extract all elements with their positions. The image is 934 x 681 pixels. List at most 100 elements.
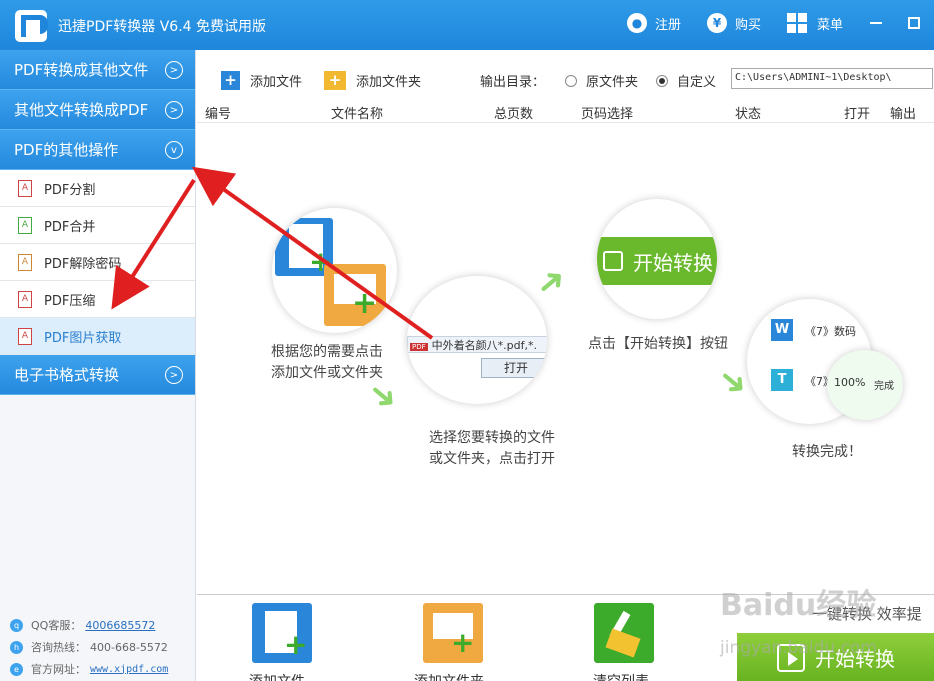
progress-done: 完成 — [874, 381, 894, 392]
column-header: 文件名称 — [331, 107, 384, 122]
category-other-to-pdf[interactable]: 其他文件转换成PDF > — [0, 90, 195, 130]
buy-button[interactable]: ¥ 购买 — [707, 13, 761, 33]
category-pdf-other-ops[interactable]: PDF的其他操作 v — [0, 130, 195, 170]
category-label: PDF转换成其他文件 — [14, 61, 149, 79]
column-header: 打开 — [844, 107, 871, 122]
hotline-value: 400-668-5572 — [90, 640, 168, 654]
step3-text: 点击【开始转换】按钮 — [575, 334, 741, 355]
buy-label: 购买 — [735, 17, 762, 33]
chevron-right-icon: > — [165, 366, 183, 384]
start-preview-label: 开始转换 — [633, 250, 713, 275]
grid-icon — [787, 13, 807, 33]
chevron-down-icon: v — [165, 141, 183, 159]
progress-value: 100% — [834, 376, 866, 389]
menu-button[interactable]: 菜单 — [787, 13, 843, 33]
headset-icon: h — [10, 640, 23, 654]
radio-custom-folder[interactable]: 自定义 — [656, 71, 716, 90]
dialog-filename: PDF 中外着名颜八*.pdf,*. — [407, 336, 547, 353]
start-convert-preview: 开始转换 — [597, 237, 717, 285]
word-file-icon: W — [771, 319, 793, 341]
category-label: 电子书格式转换 — [14, 366, 120, 384]
radio-label: 原文件夹 — [586, 75, 639, 90]
radio-original-folder[interactable]: 原文件夹 — [565, 71, 638, 90]
radio-label: 自定义 — [677, 75, 717, 90]
clear-list-broom-icon[interactable] — [594, 603, 654, 663]
qq-icon: q — [10, 618, 23, 632]
add-file-label: 添加文件 — [250, 74, 303, 90]
sidebar-item-label: PDF压缩 — [44, 293, 96, 309]
sidebar: PDF转换成其他文件 > 其他文件转换成PDF > PDF的其他操作 v A P… — [0, 50, 196, 681]
sidebar-item-pdf-unlock[interactable]: A PDF解除密码 — [0, 244, 195, 281]
minimize-icon — [870, 22, 882, 24]
bottom-add-file-label: 添加文件 — [249, 671, 305, 681]
site-link[interactable]: www.xjpdf.com — [90, 664, 168, 675]
register-label: 注册 — [655, 17, 682, 33]
add-folder-large-icon[interactable]: + — [423, 603, 483, 663]
sidebar-item-pdf-compress[interactable]: A PDF压缩 — [0, 281, 195, 318]
play-icon — [603, 251, 623, 271]
step2-text: 选择您要转换的文件 或文件夹，点击打开 — [417, 428, 567, 470]
qq-link[interactable]: 4006685572 — [85, 619, 155, 632]
add-folder-icon: + — [324, 70, 347, 90]
add-folder-label: 添加文件夹 — [356, 74, 422, 90]
sidebar-item-pdf-image-extract[interactable]: A PDF图片获取 — [0, 318, 195, 355]
toolbar: + 添加文件 + 添加文件夹 输出目录： 原文件夹 自定义 C:\Users\A… — [197, 62, 934, 98]
dialog-open-label: 打开 — [503, 361, 528, 375]
app-logo-icon — [15, 10, 48, 42]
file-w-name: 《7》数码 — [805, 325, 856, 338]
minimize-button[interactable] — [865, 12, 887, 34]
pdf-icon: A — [18, 253, 32, 271]
app-title: 迅捷PDF转换器 V6.4 免费试用版 — [58, 19, 267, 35]
dialog-filename-text: 中外着名颜八*.pdf,*. — [431, 339, 537, 352]
sidebar-item-label: PDF分割 — [44, 182, 96, 198]
watermark-sub: jingyan.baidu.com — [720, 638, 877, 658]
site-label: 官方网址： — [31, 663, 86, 676]
bottom-clear-label: 清空列表 — [593, 671, 649, 681]
add-folder-big-icon: + — [324, 264, 386, 326]
column-header: 编号 — [205, 107, 232, 122]
pdf-small-icon: PDF — [410, 343, 428, 351]
category-ebook-convert[interactable]: 电子书格式转换 > — [0, 355, 195, 395]
watermark-main: Baidu经验 — [720, 588, 877, 623]
bottom-add-folder-label: 添加文件夹 — [414, 671, 484, 681]
chevron-right-icon: > — [165, 101, 183, 119]
column-header: 页码选择 — [581, 107, 634, 122]
step3-label: 点击【开始转换】按钮 — [588, 336, 728, 352]
contact-site: e 官方网址： www.xjpdf.com — [10, 661, 168, 677]
radio-icon — [565, 74, 577, 87]
hotline-label: 咨询热线： — [31, 641, 86, 654]
contact-hotline: h 咨询热线： 400-668-5572 — [10, 639, 168, 655]
register-button[interactable]: ● 注册 — [627, 13, 681, 33]
category-label: 其他文件转换成PDF — [14, 101, 149, 119]
column-header: 总页数 — [494, 107, 534, 122]
add-file-large-icon[interactable]: + — [252, 603, 312, 663]
sidebar-item-label: PDF合并 — [44, 219, 96, 235]
qq-label: QQ客服： — [31, 619, 82, 632]
output-dir-label: 输出目录： — [480, 75, 546, 90]
sidebar-item-pdf-merge[interactable]: A PDF合并 — [0, 207, 195, 244]
title-bar: 迅捷PDF转换器 V6.4 免费试用版 ● 注册 ¥ 购买 菜单 — [0, 0, 934, 50]
category-label: PDF的其他操作 — [14, 141, 119, 159]
maximize-icon — [908, 17, 920, 29]
green-arrow-icon: ➜ — [527, 257, 576, 307]
chevron-right-icon: > — [165, 61, 183, 79]
sidebar-item-pdf-split[interactable]: A PDF分割 — [0, 170, 195, 207]
sidebar-item-label: PDF图片获取 — [44, 330, 122, 346]
output-path-input[interactable]: C:\Users\ADMINI~1\Desktop\ — [731, 68, 933, 89]
step1-label: 根据您的需要点击 添加文件或文件夹 — [271, 344, 383, 381]
step1-circle: + + — [272, 208, 397, 333]
menu-label: 菜单 — [817, 17, 844, 33]
pdf-icon: A — [18, 216, 32, 234]
step4-label: 转换完成！ — [792, 444, 862, 460]
dialog-open-button: 打开 — [481, 358, 547, 378]
step2-circle: PDF 中外着名颜八*.pdf,*. 打开 — [407, 276, 547, 404]
category-pdf-to-other[interactable]: PDF转换成其他文件 > — [0, 50, 195, 90]
column-header: 输出 — [890, 107, 917, 122]
maximize-button[interactable] — [903, 12, 925, 34]
add-folder-button[interactable]: + 添加文件夹 — [324, 70, 422, 90]
ie-icon: e — [10, 662, 23, 676]
step4-text: 转换完成！ — [767, 442, 887, 463]
add-file-button[interactable]: + 添加文件 — [221, 70, 303, 90]
guide-area: + + 根据您的需要点击 添加文件或文件夹 ➜ PDF 中外着名颜八*.pdf,*… — [197, 124, 934, 594]
user-icon: ● — [627, 13, 647, 33]
